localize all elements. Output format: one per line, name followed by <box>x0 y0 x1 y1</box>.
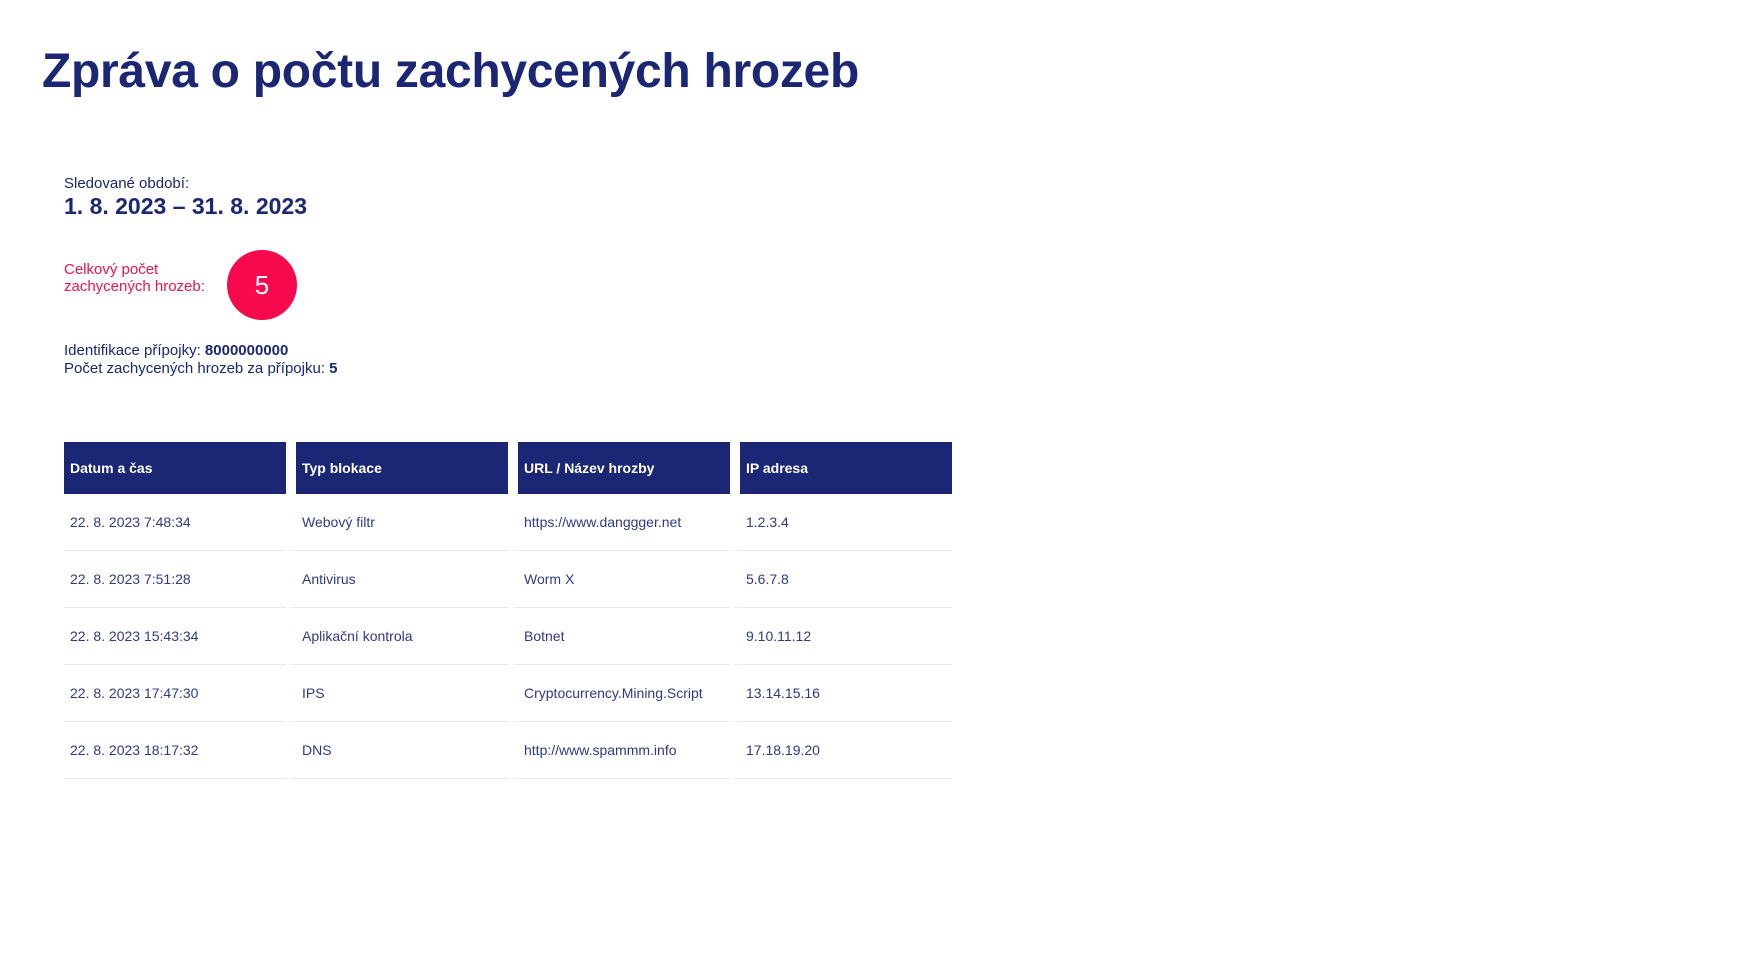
header-ip: IP adresa <box>730 442 952 494</box>
cell-ip: 1.2.3.4 <box>730 494 952 551</box>
cell-block-type: DNS <box>286 722 508 779</box>
cell-block-type: Aplikační kontrola <box>286 608 508 665</box>
cell-url-threat: http://www.spammm.info <box>508 722 730 779</box>
total-threats-badge: 5 <box>227 250 297 320</box>
total-threats-value: 5 <box>254 269 270 300</box>
table-row: 22. 8. 2023 15:43:34 Aplikační kontrola … <box>64 608 952 665</box>
table-header-row: Datum a čas Typ blokace URL / Název hroz… <box>64 442 952 494</box>
connection-count-line: Počet zachycených hrozeb za přípojku: 5 <box>64 360 338 377</box>
period-label: Sledované období: <box>64 175 190 192</box>
cell-block-type: Webový filtr <box>286 494 508 551</box>
table-row: 22. 8. 2023 7:51:28 Antivirus Worm X 5.6… <box>64 551 952 608</box>
cell-datetime: 22. 8. 2023 7:51:28 <box>64 551 286 608</box>
connection-count-value: 5 <box>329 360 338 377</box>
cell-block-type: Antivirus <box>286 551 508 608</box>
header-url-threat: URL / Název hrozby <box>508 442 730 494</box>
table-row: 22. 8. 2023 17:47:30 IPS Cryptocurrency.… <box>64 665 952 722</box>
cell-ip: 9.10.11.12 <box>730 608 952 665</box>
cell-url-threat: https://www.danggger.net <box>508 494 730 551</box>
cell-ip: 17.18.19.20 <box>730 722 952 779</box>
table-row: 22. 8. 2023 18:17:32 DNS http://www.spam… <box>64 722 952 779</box>
period-value: 1. 8. 2023 – 31. 8. 2023 <box>64 193 307 219</box>
cell-datetime: 22. 8. 2023 15:43:34 <box>64 608 286 665</box>
connection-count-label: Počet zachycených hrozeb za přípojku: <box>64 360 325 377</box>
cell-url-threat: Worm X <box>508 551 730 608</box>
report-title: Zpráva o počtu zachycených hrozeb <box>42 45 859 98</box>
cell-ip: 5.6.7.8 <box>730 551 952 608</box>
connection-id-line: Identifikace přípojky: 8000000000 <box>64 342 288 359</box>
cell-datetime: 22. 8. 2023 7:48:34 <box>64 494 286 551</box>
cell-ip: 13.14.15.16 <box>730 665 952 722</box>
header-block-type: Typ blokace <box>286 442 508 494</box>
connection-id-label: Identifikace přípojky: <box>64 342 201 359</box>
cell-url-threat: Botnet <box>508 608 730 665</box>
cell-block-type: IPS <box>286 665 508 722</box>
cell-datetime: 22. 8. 2023 18:17:32 <box>64 722 286 779</box>
connection-id-value: 8000000000 <box>204 342 289 359</box>
total-threats-label: Celkový počet zachycených hrozeb: <box>64 261 205 295</box>
cell-datetime: 22. 8. 2023 17:47:30 <box>64 665 286 722</box>
table-row: 22. 8. 2023 7:48:34 Webový filtr https:/… <box>64 494 952 551</box>
cell-url-threat: Cryptocurrency.Mining.Script <box>508 665 730 722</box>
header-datetime: Datum a čas <box>64 442 286 494</box>
threats-table: Datum a čas Typ blokace URL / Název hroz… <box>64 442 952 779</box>
